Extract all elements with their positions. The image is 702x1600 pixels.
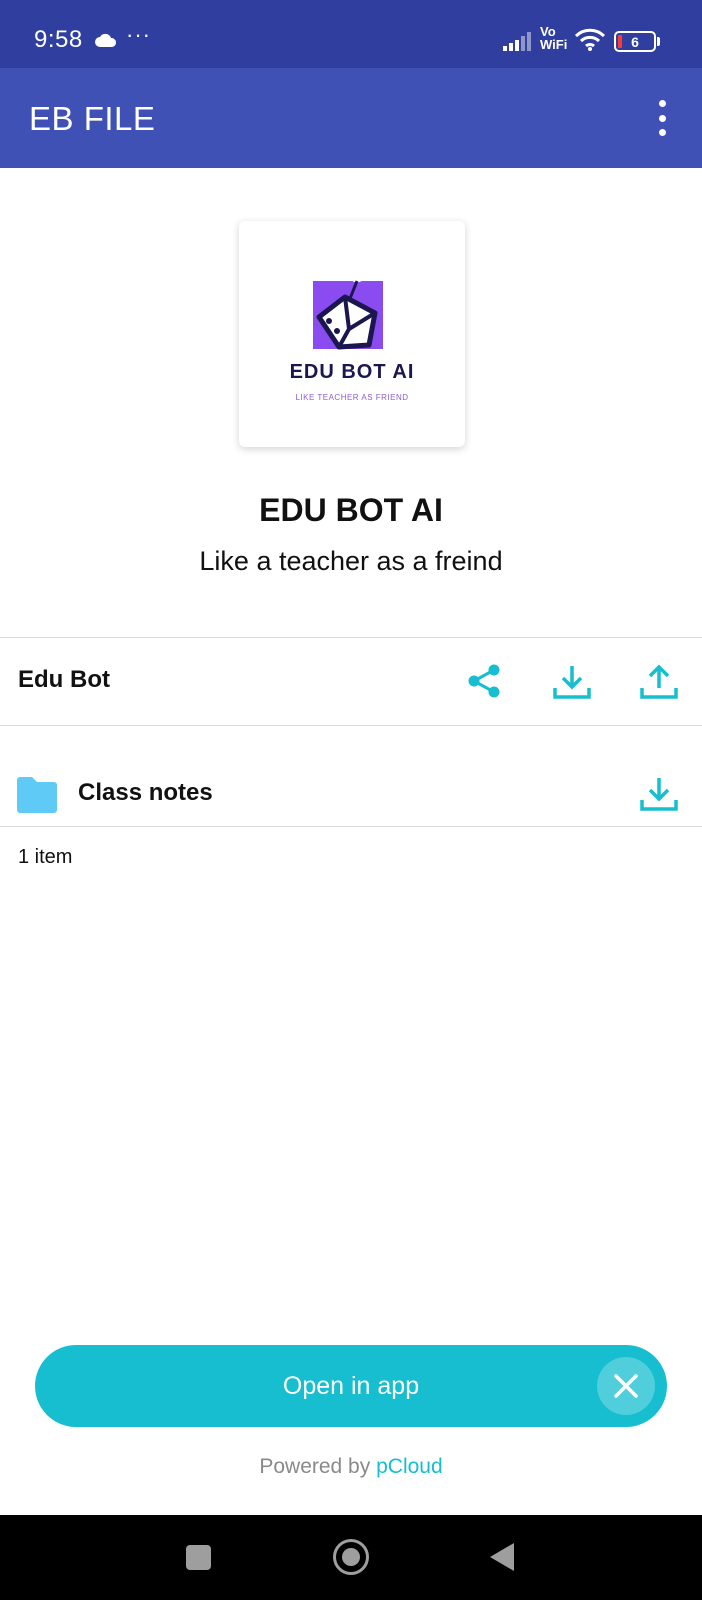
close-icon[interactable] xyxy=(597,1357,655,1415)
battery-icon: 6 xyxy=(614,31,656,52)
logo-tagline: LIKE TEACHER AS FRIEND xyxy=(295,393,409,402)
home-icon[interactable] xyxy=(333,1539,369,1575)
item-count: 1 item xyxy=(18,846,73,868)
signal-icon xyxy=(503,30,537,57)
open-in-app-label: Open in app xyxy=(282,1372,420,1400)
back-icon[interactable] xyxy=(490,1543,514,1571)
menu-dot xyxy=(658,114,666,122)
status-bar: 9:58 ··· Vo WiFi 6 xyxy=(0,0,702,68)
open-in-app-button[interactable]: Open in app xyxy=(35,1345,667,1427)
folder-icon xyxy=(15,776,59,819)
robot-dice-logo-icon xyxy=(305,267,401,358)
app-title: EB FILE xyxy=(29,100,156,137)
folder-name[interactable]: Class notes xyxy=(78,779,213,807)
divider xyxy=(0,725,702,726)
pcloud-link[interactable]: pCloud xyxy=(376,1455,443,1478)
status-time: 9:58 xyxy=(34,26,83,53)
page-title: EDU BOT AI xyxy=(259,492,443,528)
more-vert-icon[interactable] xyxy=(644,98,680,138)
menu-dot xyxy=(658,129,666,136)
status-more-dots: ··· xyxy=(126,22,151,47)
powered-by: Powered by pCloud xyxy=(0,1455,702,1479)
menu-dot xyxy=(658,100,666,107)
recents-icon[interactable] xyxy=(186,1545,211,1570)
battery-level: 6 xyxy=(631,34,639,50)
vowifi-label: Vo WiFi xyxy=(540,24,568,52)
logo-card: EDU BOT AI LIKE TEACHER AS FRIEND xyxy=(239,221,465,447)
upload-icon[interactable] xyxy=(635,658,683,706)
app-bar: EB FILE xyxy=(0,68,702,168)
divider xyxy=(0,637,702,638)
page-subtitle: Like a teacher as a freind xyxy=(199,546,503,576)
download-icon[interactable] xyxy=(548,658,596,706)
navigation-bar xyxy=(0,1515,702,1600)
powered-prefix: Powered by xyxy=(259,1455,371,1478)
logo-name: EDU BOT AI xyxy=(289,361,415,383)
battery-tip xyxy=(657,37,660,46)
wifi-icon xyxy=(574,28,606,57)
divider xyxy=(0,826,702,827)
cloud-icon xyxy=(94,32,118,53)
share-icon[interactable] xyxy=(460,657,508,705)
folder-title: Edu Bot xyxy=(18,666,110,693)
download-icon[interactable] xyxy=(635,770,683,818)
